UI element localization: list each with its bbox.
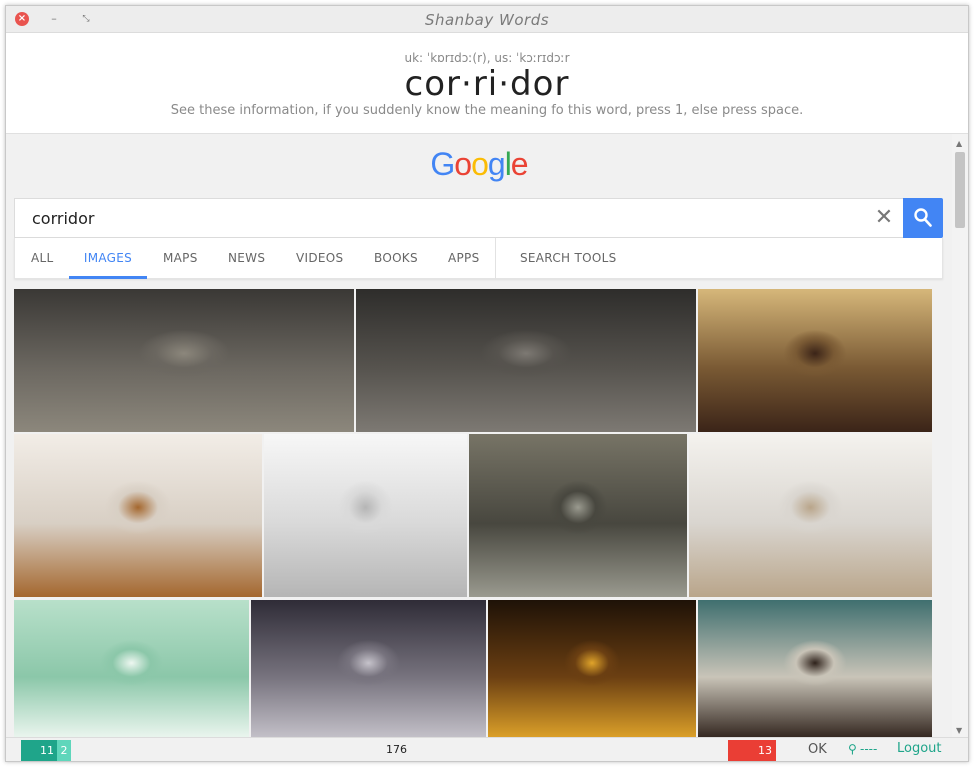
- logo-letter: e: [510, 146, 529, 182]
- scrollbar-thumb[interactable]: [955, 152, 965, 228]
- corridor-image-5[interactable]: [264, 434, 467, 597]
- tab-divider: [495, 238, 496, 279]
- wrong-count-badge: 13: [728, 740, 776, 761]
- vertical-scrollbar[interactable]: ▲ ▼: [952, 134, 968, 737]
- app-window: × – ⤡ Shanbay Words uk: ˈkɒrɪdɔː(r), us:…: [5, 5, 969, 762]
- ok-button[interactable]: OK: [808, 742, 827, 757]
- tab-apps[interactable]: APPS: [448, 238, 480, 279]
- logo-letter: o: [454, 146, 472, 182]
- corridor-image-3[interactable]: [698, 289, 932, 432]
- learning-count-badge: 2: [57, 740, 71, 761]
- close-icon[interactable]: ✕: [871, 205, 897, 231]
- logo-letter: o: [471, 146, 489, 182]
- search-input[interactable]: corridor ✕: [14, 198, 903, 238]
- user-name: ----: [860, 742, 878, 756]
- tab-videos[interactable]: VIDEOS: [296, 238, 343, 279]
- known-count-badge: 11: [21, 740, 57, 761]
- google-logo: Google: [6, 146, 952, 183]
- logo-letter: g: [487, 146, 506, 182]
- tab-search-tools[interactable]: SEARCH TOOLS: [520, 238, 617, 279]
- tab-images[interactable]: IMAGES: [69, 238, 147, 279]
- corridor-image-4[interactable]: [14, 434, 262, 597]
- corridor-image-2[interactable]: [356, 289, 696, 432]
- corridor-image-8[interactable]: [14, 600, 249, 737]
- word-text: cor·ri·dor: [404, 64, 570, 104]
- tab-books[interactable]: BOOKS: [374, 238, 418, 279]
- corridor-image-7[interactable]: [689, 434, 932, 597]
- title-bar: × – ⤡ Shanbay Words: [6, 6, 968, 33]
- remaining-count: 176: [386, 743, 407, 756]
- search-tabs: ALL IMAGES MAPS NEWS VIDEOS BOOKS APPS S…: [14, 238, 943, 279]
- corridor-image-1[interactable]: [14, 289, 354, 432]
- user-info[interactable]: ⚲ ----: [848, 742, 877, 756]
- logo-letter: G: [430, 146, 455, 182]
- corridor-image-6[interactable]: [469, 434, 687, 597]
- corridor-image-9[interactable]: [251, 600, 486, 737]
- corridor-image-10[interactable]: [488, 600, 696, 737]
- user-icon: ⚲: [848, 742, 857, 756]
- word-phonetic: uk: ˈkɒrɪdɔː(r), us: ˈkɔːrɪdɔːr: [404, 51, 570, 65]
- search-icon: [914, 208, 932, 227]
- status-bar: 11 2 176 13 OK ⚲ ---- Logout: [6, 737, 968, 761]
- logout-link[interactable]: Logout: [897, 741, 942, 756]
- window-title: Shanbay Words: [424, 11, 550, 29]
- search-query-text: corridor: [32, 209, 95, 228]
- tab-all[interactable]: ALL: [31, 238, 53, 279]
- corridor-image-11[interactable]: [698, 600, 932, 737]
- scroll-up-arrow-icon[interactable]: ▲: [956, 139, 962, 148]
- study-hint: See these information, if you suddenly k…: [170, 103, 804, 118]
- embedded-browser: Google corridor ✕ ALL IMAGES MAPS NEWS V…: [6, 134, 952, 737]
- word-header: uk: ˈkɒrɪdɔː(r), us: ˈkɔːrɪdɔːr cor·ri·d…: [6, 34, 968, 134]
- search-button[interactable]: [903, 198, 943, 238]
- scroll-down-arrow-icon[interactable]: ▼: [956, 726, 962, 735]
- tab-news[interactable]: NEWS: [228, 238, 265, 279]
- tab-maps[interactable]: MAPS: [163, 238, 198, 279]
